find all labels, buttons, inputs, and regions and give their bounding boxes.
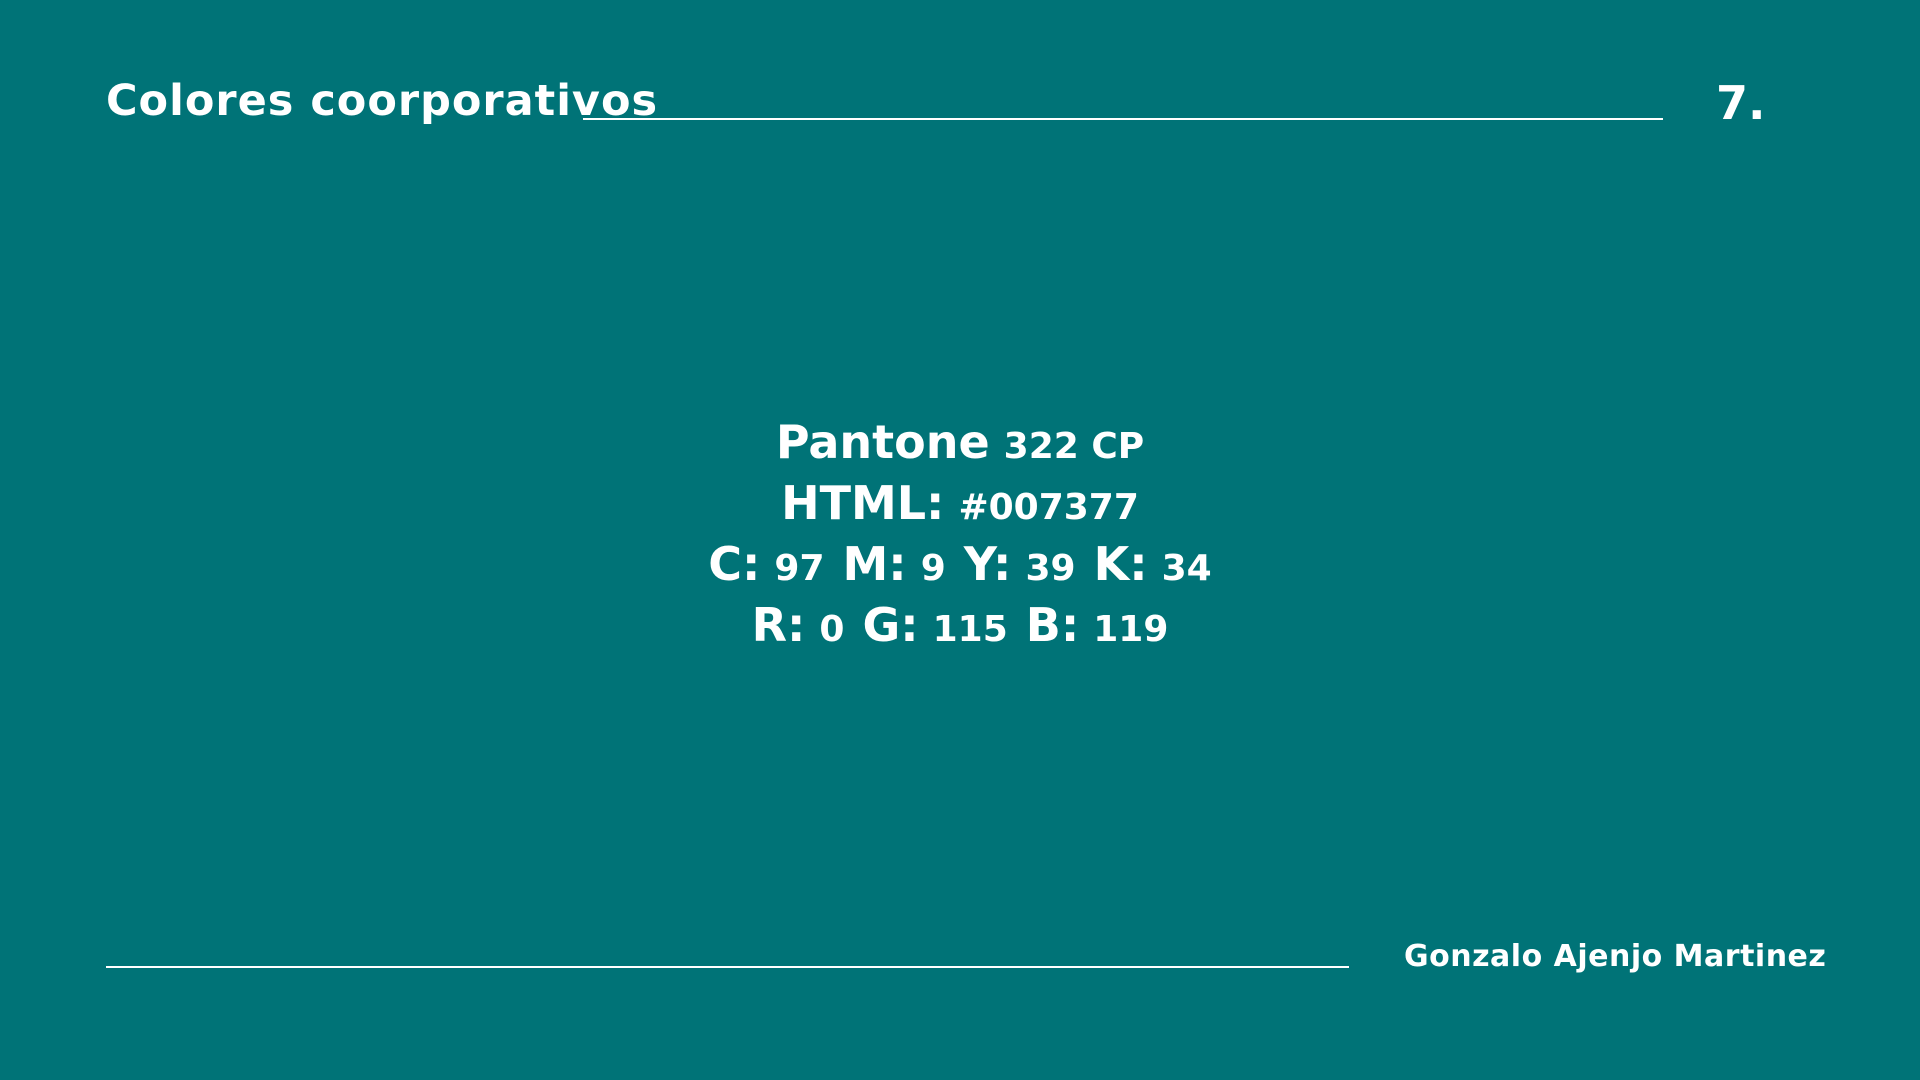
cmyk-line: C: 97 M: 9 Y: 39 K: 34 [560, 534, 1360, 595]
green-value: 115 [932, 609, 1008, 650]
slide: Colores coorporativos 7. Pantone 322 CP H… [0, 0, 1920, 1080]
key-label: K: [1093, 537, 1148, 591]
html-line: HTML: #007377 [560, 473, 1360, 534]
magenta-value: 9 [920, 548, 946, 589]
page-title: Colores coorporativos [106, 76, 659, 126]
blue-label: B: [1025, 598, 1080, 652]
cyan-label: C: [708, 537, 761, 591]
html-value: #007377 [958, 487, 1139, 528]
pantone-value: 322 CP [1003, 426, 1145, 467]
red-label: R: [751, 598, 806, 652]
pantone-label: Pantone [775, 415, 990, 469]
yellow-label: Y: [963, 537, 1012, 591]
page-number: 7. [1716, 76, 1766, 130]
magenta-label: M: [842, 537, 907, 591]
key-value: 34 [1161, 548, 1212, 589]
red-value: 0 [819, 609, 845, 650]
footer-divider [106, 966, 1349, 968]
cyan-value: 97 [774, 548, 825, 589]
pantone-line: Pantone 322 CP [560, 412, 1360, 473]
blue-value: 119 [1093, 609, 1169, 650]
html-label: HTML: [781, 476, 945, 530]
rgb-line: R: 0 G: 115 B: 119 [560, 595, 1360, 656]
color-spec: Pantone 322 CP HTML: #007377 C: 97 M: 9 Y: 39 K:… [560, 412, 1360, 656]
header-divider [583, 118, 1663, 120]
green-label: G: [862, 598, 919, 652]
yellow-value: 39 [1025, 548, 1076, 589]
author-name: Gonzalo Ajenjo Martinez [1404, 939, 1827, 974]
